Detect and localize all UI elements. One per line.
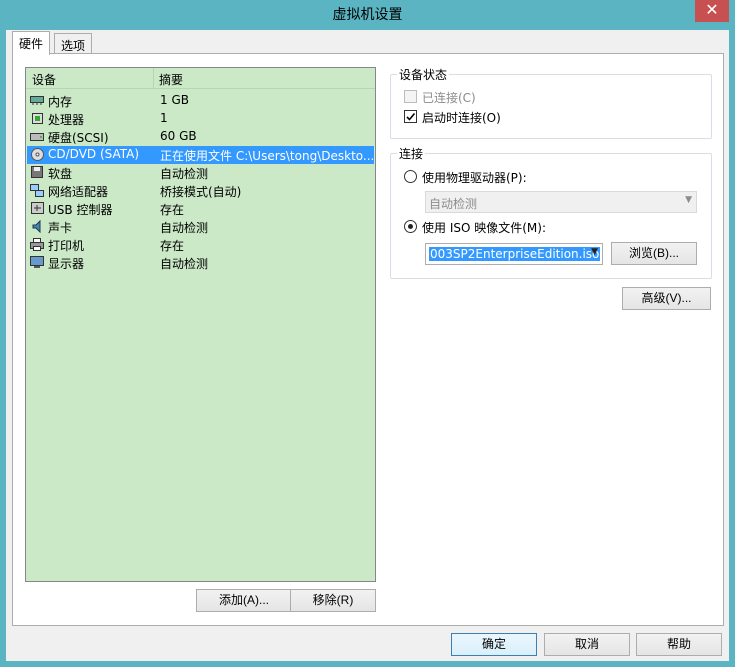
iso-path-value: 003SP2EnterpriseEdition.iso	[429, 247, 601, 261]
device-name: 声卡	[48, 221, 73, 235]
device-row-harddisk[interactable]: 硬盘(SCSI) 60 GB	[27, 128, 374, 146]
device-summary: 桥接模式(自动)	[160, 185, 242, 199]
device-summary: 自动检测	[160, 257, 209, 271]
device-name: CD/DVD (SATA)	[48, 147, 140, 161]
device-name: USB 控制器	[48, 203, 113, 217]
connect-at-power-on-checkbox[interactable]	[404, 110, 417, 123]
iso-image-radio[interactable]	[404, 220, 417, 233]
floppy-icon	[30, 166, 44, 179]
help-button[interactable]: 帮助	[636, 633, 722, 656]
device-summary: 存在	[160, 203, 185, 217]
device-status-group: 设备状态 已连接(C) 启动时连接(O)	[390, 66, 712, 139]
iso-image-label: 使用 ISO 映像文件(M):	[422, 221, 546, 235]
memory-icon	[30, 94, 44, 107]
physical-drive-select[interactable]: 自动检测 ▼	[425, 191, 697, 213]
network-adapter-icon	[30, 184, 44, 197]
device-list[interactable]: 设备 摘要 内存 1 GB 处理器 1 硬盘(SCSI) 60 GB CD/DV…	[25, 67, 376, 582]
device-name: 网络适配器	[48, 185, 109, 199]
radio-dot	[408, 224, 413, 229]
connected-checkbox[interactable]	[404, 90, 417, 103]
device-row-usb[interactable]: USB 控制器 存在	[27, 200, 374, 218]
browse-button[interactable]: 浏览(B)...	[611, 242, 697, 265]
device-row-printer[interactable]: 打印机 存在	[27, 236, 374, 254]
advanced-button[interactable]: 高级(V)...	[622, 287, 711, 310]
hardware-panel: 设备 摘要 内存 1 GB 处理器 1 硬盘(SCSI) 60 GB CD/DV…	[12, 53, 724, 626]
chevron-down-icon[interactable]: ▼	[591, 247, 598, 257]
iso-path-combobox[interactable]: 003SP2EnterpriseEdition.iso ▼	[425, 243, 603, 265]
display-icon	[30, 256, 44, 269]
device-summary: 1 GB	[160, 93, 189, 107]
dialog-body: 硬件 选项 设备 摘要 内存 1 GB 处理器 1 硬盘(SCSI) 60 GB…	[6, 30, 729, 661]
device-row-network-adapter[interactable]: 网络适配器 桥接模式(自动)	[27, 182, 374, 200]
window-title: 虚拟机设置	[332, 7, 403, 23]
tab-hardware[interactable]: 硬件	[12, 31, 51, 55]
connection-group: 连接 使用物理驱动器(P): 自动检测 ▼ 使用 ISO 映像文件(M): 00…	[390, 145, 712, 279]
baidu-watermark-url: jingyan.baidu.com	[590, 606, 683, 617]
connect-at-power-on-label: 启动时连接(O)	[422, 111, 501, 125]
title-bar: 虚拟机设置 ✕	[0, 0, 735, 30]
device-status-title: 设备状态	[397, 66, 450, 83]
device-summary: 1	[160, 111, 168, 125]
device-row-memory[interactable]: 内存 1 GB	[27, 92, 374, 110]
list-header: 设备 摘要	[26, 68, 375, 89]
device-row-floppy[interactable]: 软盘 自动检测	[27, 164, 374, 182]
ok-button[interactable]: 确定	[451, 633, 537, 656]
device-summary: 正在使用文件 C:\Users\tong\Deskto...	[160, 149, 374, 163]
device-row-sound-card[interactable]: 声卡 自动检测	[27, 218, 374, 236]
device-name: 处理器	[48, 113, 85, 127]
iso-path-text: 003SP2EnterpriseEdition.iso	[429, 247, 601, 261]
device-name: 软盘	[48, 167, 73, 181]
device-row-cd-dvd[interactable]: CD/DVD (SATA) 正在使用文件 C:\Users\tong\Deskt…	[27, 146, 374, 164]
device-row-display[interactable]: 显示器 自动检测	[27, 254, 374, 272]
connection-title: 连接	[397, 145, 426, 162]
check-icon	[406, 112, 416, 121]
tab-options[interactable]: 选项	[54, 33, 93, 53]
usb-icon	[30, 202, 44, 215]
cancel-button[interactable]: 取消	[544, 633, 630, 656]
column-header-device[interactable]: 设备	[32, 71, 56, 88]
column-divider[interactable]	[153, 68, 154, 89]
device-summary: 自动检测	[160, 167, 209, 181]
column-header-summary[interactable]: 摘要	[159, 71, 183, 88]
physical-drive-value: 自动检测	[429, 197, 478, 211]
processor-icon	[30, 112, 44, 125]
device-summary: 60 GB	[160, 129, 197, 143]
device-row-processor[interactable]: 处理器 1	[27, 110, 374, 128]
harddisk-icon	[30, 130, 44, 143]
chevron-down-icon: ▼	[685, 195, 692, 205]
device-summary: 自动检测	[160, 221, 209, 235]
device-name: 内存	[48, 95, 73, 109]
physical-drive-label: 使用物理驱动器(P):	[422, 171, 527, 185]
device-name: 打印机	[48, 239, 85, 253]
sound-card-icon	[30, 219, 44, 234]
close-button[interactable]: ✕	[695, 0, 729, 22]
physical-drive-radio[interactable]	[404, 170, 417, 183]
printer-icon	[30, 238, 44, 251]
connected-label: 已连接(C)	[422, 91, 476, 105]
device-summary: 存在	[160, 239, 185, 253]
device-name: 显示器	[48, 257, 85, 271]
add-device-button[interactable]: 添加(A)...	[196, 589, 292, 612]
remove-device-button[interactable]: 移除(R)	[290, 589, 376, 612]
cd-dvd-icon	[30, 148, 44, 161]
device-name: 硬盘(SCSI)	[48, 131, 109, 145]
